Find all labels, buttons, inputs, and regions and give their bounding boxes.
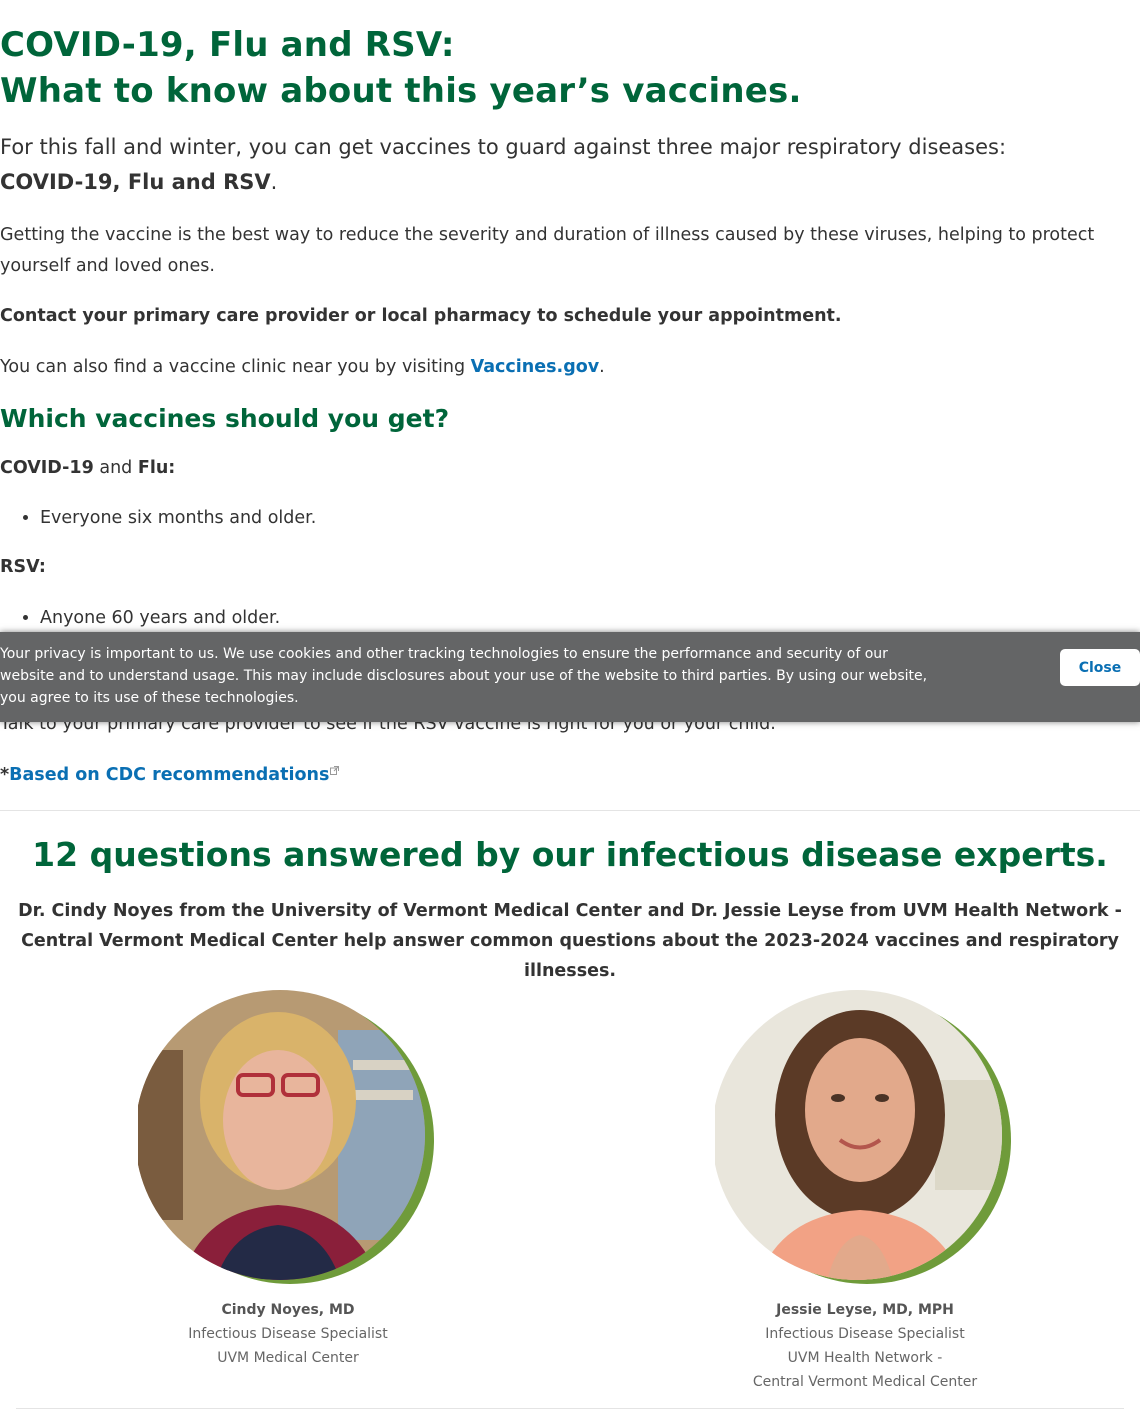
expert-org-line2: Central Vermont Medical Center (752, 1374, 978, 1390)
external-link-icon (329, 765, 340, 785)
expert-org-line1: UVM Health Network - (787, 1350, 943, 1366)
experts-description: Dr. Cindy Noyes from the University of V… (18, 901, 1122, 981)
clinic-paragraph: You can also find a vaccine clinic near … (0, 352, 1135, 383)
expert-org: UVM Health Network - Central Vermont Med… (665, 1346, 1065, 1394)
page-title-line2: What to know about this year’s vaccines. (0, 71, 802, 111)
rsv-list: Anyone 60 years and older. (0, 603, 280, 633)
expert-photo-jessie-leyse (715, 990, 1015, 1290)
list-item: Anyone 60 years and older. (40, 603, 280, 633)
section-divider (0, 810, 1140, 811)
intro-text: For this fall and winter, you can get va… (0, 135, 1007, 159)
close-button[interactable]: Close (1060, 649, 1140, 686)
cdc-asterisk: * (0, 765, 10, 785)
list-item: Everyone six months and older. (40, 503, 316, 533)
which-vaccines-heading: Which vaccines should you get? (0, 404, 450, 433)
clinic-text: You can also find a vaccine clinic near … (0, 357, 466, 377)
expert-org: UVM Medical Center (217, 1350, 359, 1366)
expert-role: Infectious Disease Specialist (765, 1326, 965, 1342)
expert-name: Jessie Leyse, MD, MPH (776, 1302, 954, 1318)
expert-card: Jessie Leyse, MD, MPH Infectious Disease… (665, 990, 1065, 1394)
vaccine-benefit-paragraph: Getting the vaccine is the best way to r… (0, 225, 1095, 276)
intro-bold: COVID-19, Flu and RSV (0, 170, 271, 194)
contact-paragraph: Contact your primary care provider or lo… (0, 306, 842, 326)
intro-end: . (270, 170, 278, 194)
covid-flu-label: COVID-19 and Flu: (0, 453, 1135, 484)
cookie-banner: Your privacy is important to us. We use … (0, 632, 1140, 722)
and-text: and (99, 458, 133, 478)
cdc-note: *Based on CDC recommendations (0, 760, 1135, 791)
covid-label: COVID-19 (0, 458, 94, 478)
cookie-banner-text: Your privacy is important to us. We use … (0, 646, 928, 706)
expert-role: Infectious Disease Specialist (188, 1326, 388, 1342)
intro-paragraph: For this fall and winter, you can get va… (0, 130, 1130, 200)
bottom-divider (16, 1408, 1124, 1409)
expert-photo-cindy-noyes (138, 990, 438, 1290)
covid-flu-list: Everyone six months and older. (0, 503, 316, 533)
vaccines-gov-link[interactable]: Vaccines.gov (471, 357, 600, 377)
expert-card: Cindy Noyes, MD Infectious Disease Speci… (88, 990, 488, 1370)
flu-label: Flu: (137, 458, 176, 478)
experts-title: 12 questions answered by our infectious … (32, 835, 1108, 874)
cdc-recommendations-link[interactable]: Based on CDC recommendations (9, 765, 329, 785)
page-title: COVID-19, Flu and RSV: What to know abou… (0, 22, 802, 114)
expert-name: Cindy Noyes, MD (221, 1302, 355, 1318)
rsv-label: RSV: (0, 557, 46, 577)
page-title-line1: COVID-19, Flu and RSV: (0, 25, 455, 65)
clinic-end: . (599, 357, 605, 377)
